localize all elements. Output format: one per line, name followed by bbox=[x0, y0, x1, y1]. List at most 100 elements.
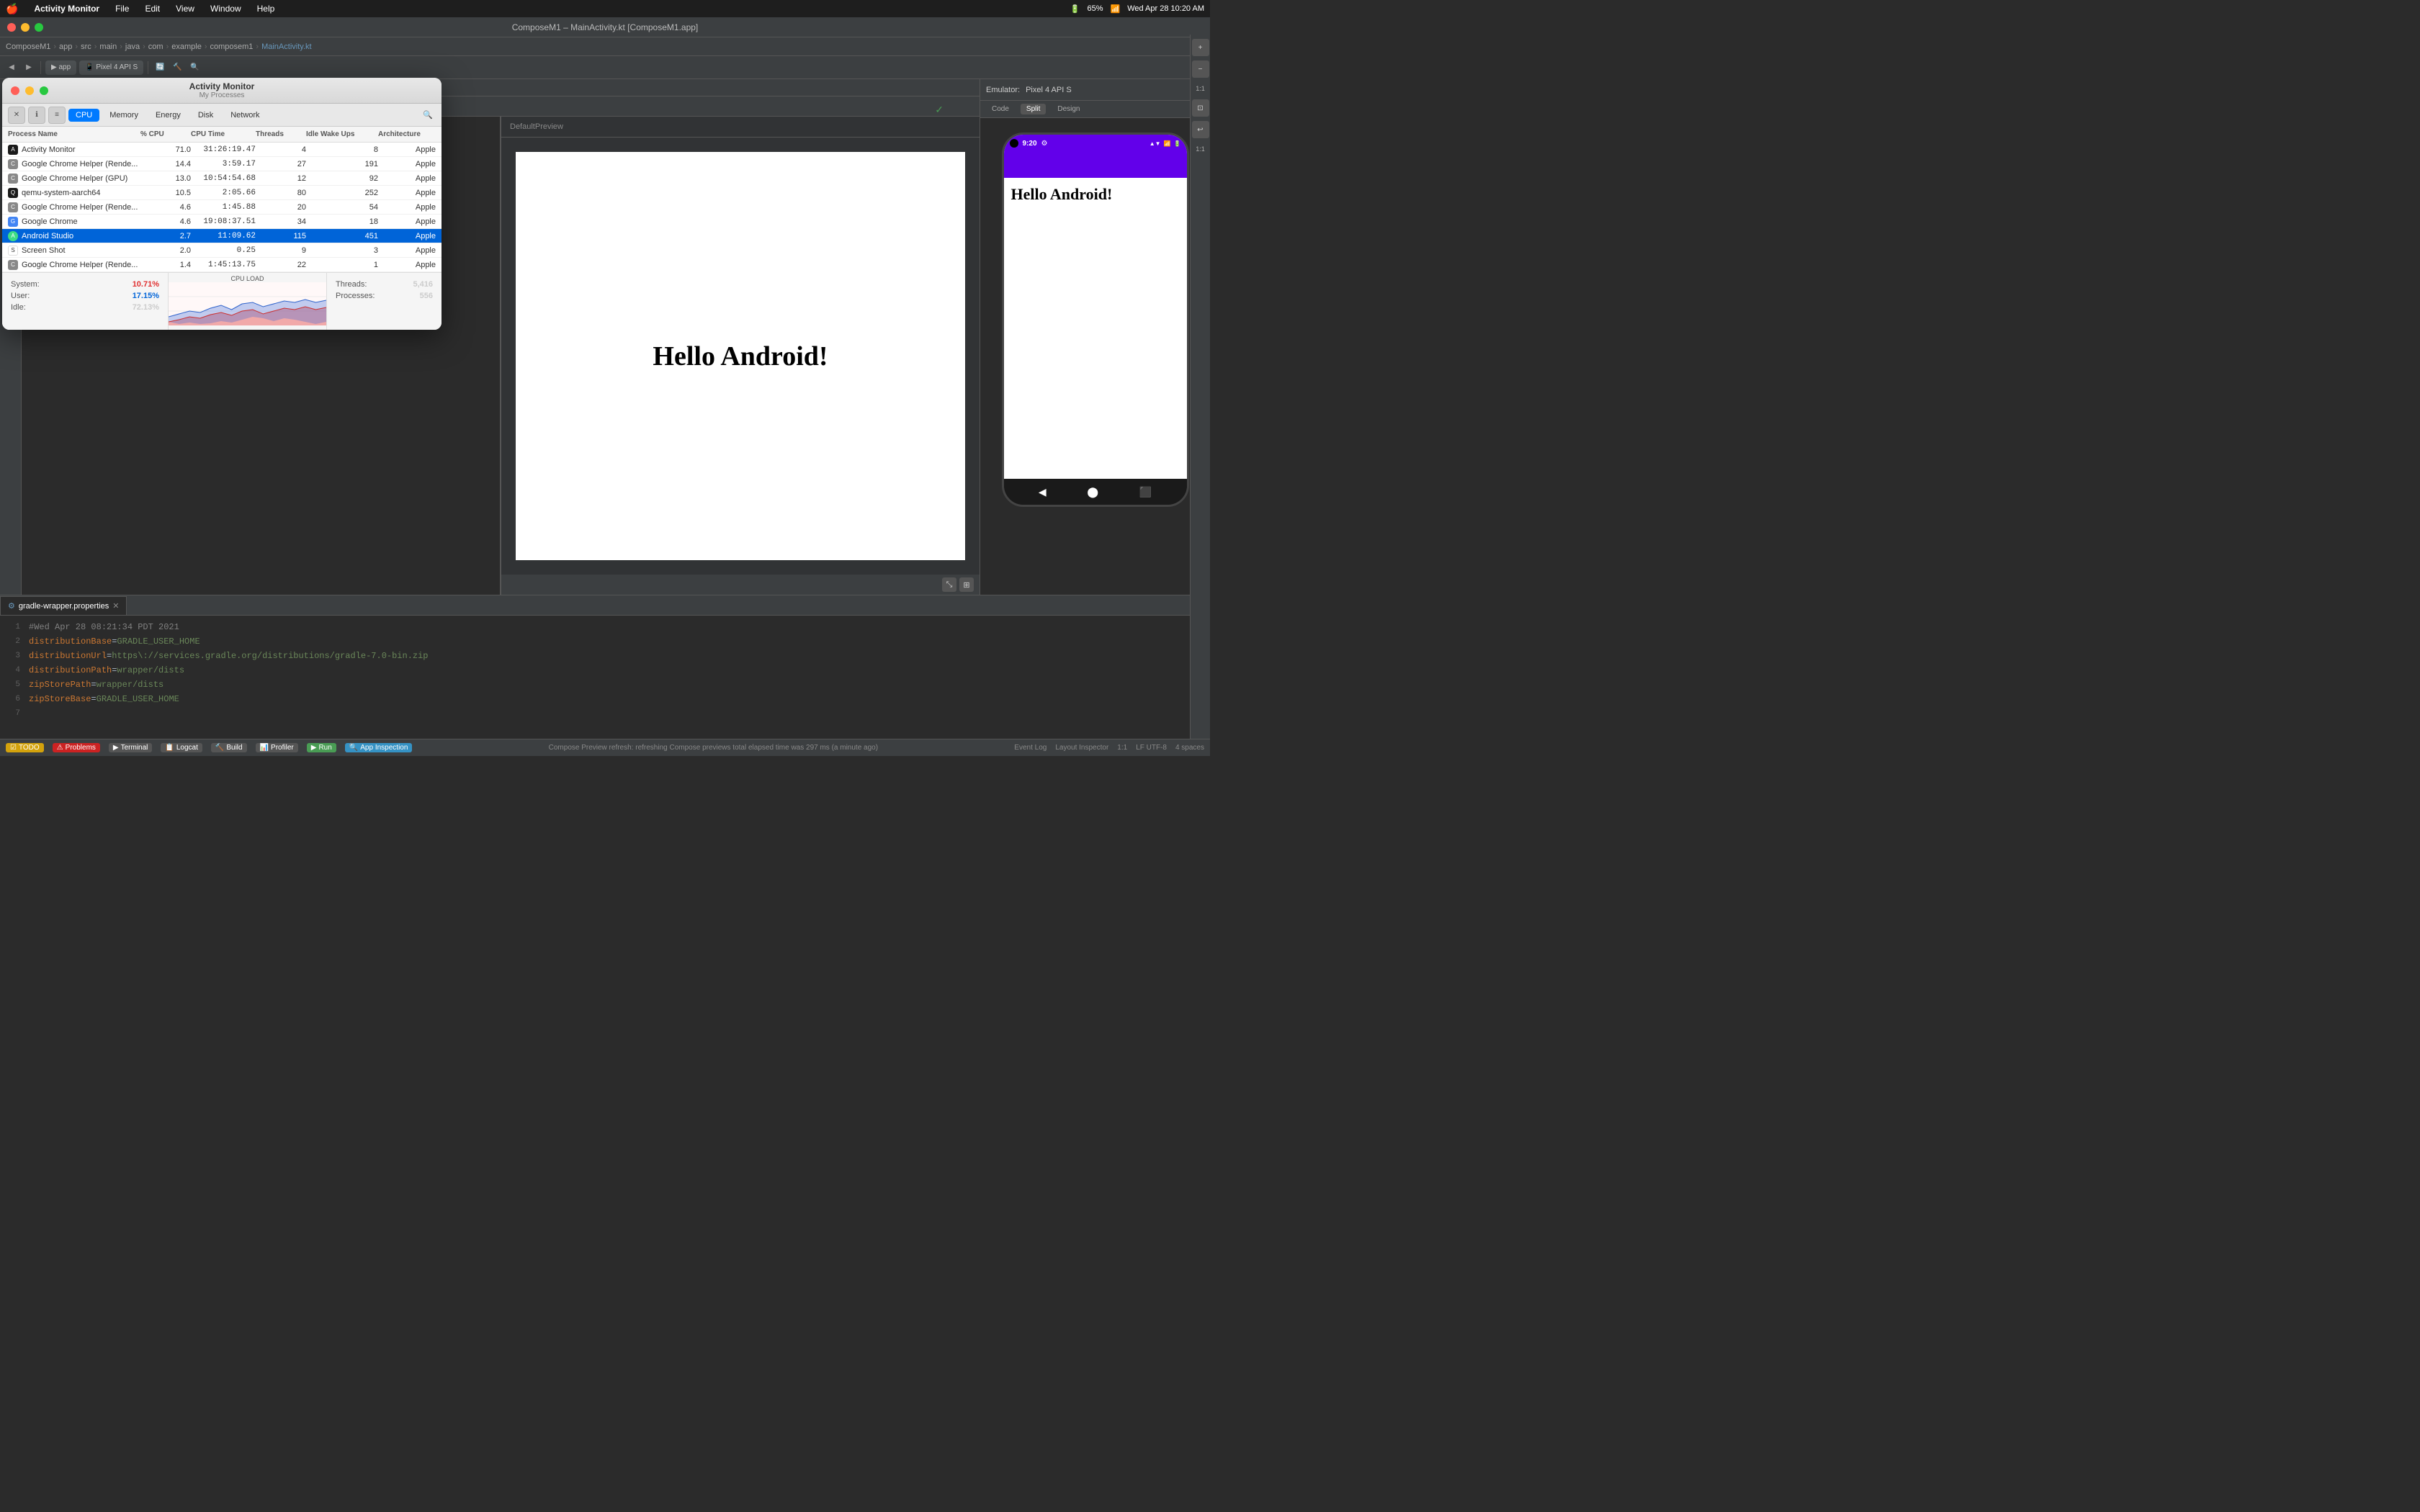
preview-hello-text: Hello Android! bbox=[653, 341, 828, 372]
proc-arch-6: Apple bbox=[378, 232, 436, 240]
am-stat-processes-label: Processes: bbox=[336, 290, 375, 302]
am-row-5[interactable]: GGoogle Chrome 4.6 19:08:37.51 34 18 App… bbox=[2, 215, 442, 229]
event-log-link[interactable]: Event Log bbox=[1014, 744, 1047, 752]
am-row-8[interactable]: CGoogle Chrome Helper (Rende... 1.4 1:45… bbox=[2, 258, 442, 272]
breadcrumb-example[interactable]: example bbox=[171, 42, 202, 51]
gradle-tab-close-icon[interactable]: ✕ bbox=[112, 601, 119, 611]
am-row-0[interactable]: AActivity Monitor 71.0 31:26:19.47 4 8 A… bbox=[2, 143, 442, 157]
am-tab-memory[interactable]: Memory bbox=[102, 109, 145, 122]
problems-icon: ⚠ bbox=[57, 744, 63, 752]
breadcrumb-main[interactable]: main bbox=[99, 42, 117, 51]
am-row-7[interactable]: SScreen Shot 2.0 0.25 9 3 Apple bbox=[2, 243, 442, 258]
menu-app-name[interactable]: Activity Monitor bbox=[31, 2, 102, 15]
emulator-split-tab[interactable]: Split bbox=[1021, 104, 1046, 114]
am-col-idle[interactable]: Idle Wake Ups bbox=[306, 130, 378, 138]
am-info-button[interactable]: ℹ bbox=[28, 107, 45, 124]
am-col-cpu[interactable]: % CPU bbox=[140, 130, 191, 138]
app-inspection-button[interactable]: 🔍 App Inspection bbox=[345, 743, 413, 752]
am-tab-cpu[interactable]: CPU bbox=[68, 109, 99, 122]
fit-screen-button[interactable]: ⊡ bbox=[1192, 99, 1209, 117]
emulator-panel: Emulator: Pixel 4 API S ⚙ Code Split Des… bbox=[980, 79, 1210, 595]
am-col-process-name[interactable]: Process Name bbox=[8, 130, 140, 138]
layout-inspector-link[interactable]: Layout Inspector bbox=[1055, 744, 1108, 752]
am-stats-bar: System: 10.71% User: 17.15% Idle: 72.13%… bbox=[2, 272, 442, 330]
am-col-arch[interactable]: Architecture bbox=[378, 130, 436, 138]
nav-back-icon[interactable]: ◀ bbox=[1039, 486, 1047, 498]
proc-cpu-7: 2.0 bbox=[140, 246, 191, 255]
am-tab-disk[interactable]: Disk bbox=[191, 109, 220, 122]
device-statusbar: 9:20 ⚙ ▲▼ 📶 🔋 bbox=[1004, 135, 1187, 152]
back-button[interactable]: ◀ bbox=[4, 60, 19, 75]
run-button[interactable]: ▶ app bbox=[45, 60, 76, 75]
am-row-1[interactable]: CGoogle Chrome Helper (Rende... 14.4 3:5… bbox=[2, 157, 442, 171]
am-row-6[interactable]: AAndroid Studio 2.7 11:09.62 115 451 App… bbox=[2, 229, 442, 243]
logcat-icon: 📋 bbox=[165, 744, 174, 752]
emulator-design-tab[interactable]: Design bbox=[1052, 104, 1085, 114]
preview-icon-btn-2[interactable]: ⊞ bbox=[959, 577, 974, 592]
preview-icon-btn-1[interactable]: ⤡ bbox=[942, 577, 956, 592]
proc-threads-1: 27 bbox=[256, 160, 306, 168]
window-minimize-button[interactable] bbox=[21, 23, 30, 32]
menu-window[interactable]: Window bbox=[207, 2, 244, 15]
am-minimize-button[interactable] bbox=[25, 86, 34, 95]
gradle-tab-bar: ⚙ gradle-wrapper.properties ✕ bbox=[0, 595, 1210, 616]
window-maximize-button[interactable] bbox=[35, 23, 43, 32]
am-close-button[interactable] bbox=[11, 86, 19, 95]
breadcrumb-com[interactable]: com bbox=[148, 42, 163, 51]
proc-arch-0: Apple bbox=[378, 145, 436, 154]
device-selector[interactable]: 📱 Pixel 4 API S bbox=[79, 60, 143, 75]
build-icon[interactable]: 🔨 bbox=[170, 60, 184, 75]
profiler-button[interactable]: 📊 Profiler bbox=[256, 743, 298, 752]
sync-icon[interactable]: 🔄 bbox=[153, 60, 167, 75]
emulator-right-controls: + − 1:1 ⊡ ↩ 1:1 bbox=[1190, 79, 1210, 595]
am-row-4[interactable]: CGoogle Chrome Helper (Rende... 4.6 1:45… bbox=[2, 200, 442, 215]
proc-icon-0: A bbox=[8, 145, 18, 155]
terminal-button[interactable]: ▶ Terminal bbox=[109, 743, 153, 752]
terminal-icon: ▶ bbox=[113, 744, 119, 752]
am-filter-button[interactable]: ≡ bbox=[48, 107, 66, 124]
am-close-proc-button[interactable]: ✕ bbox=[8, 107, 25, 124]
nav-recents-icon[interactable]: ⬛ bbox=[1139, 486, 1152, 498]
am-col-cputime[interactable]: CPU Time bbox=[191, 130, 256, 138]
proc-threads-7: 9 bbox=[256, 246, 306, 255]
rotate-button[interactable]: ↩ bbox=[1192, 121, 1209, 138]
breadcrumb-composem1-pkg[interactable]: composem1 bbox=[210, 42, 253, 51]
menu-edit[interactable]: Edit bbox=[142, 2, 163, 15]
am-col-threads[interactable]: Threads bbox=[256, 130, 306, 138]
device-screen: 9:20 ⚙ ▲▼ 📶 🔋 Hello Android! bbox=[1004, 135, 1187, 479]
am-tab-network[interactable]: Network bbox=[223, 109, 266, 122]
forward-button[interactable]: ▶ bbox=[22, 60, 36, 75]
todo-button[interactable]: ☑ TODO bbox=[6, 743, 44, 752]
gradle-tab[interactable]: ⚙ gradle-wrapper.properties ✕ bbox=[0, 596, 127, 615]
proc-cpu-1: 14.4 bbox=[140, 160, 191, 168]
breadcrumb-java[interactable]: java bbox=[125, 42, 140, 51]
breadcrumb-composem1[interactable]: ComposeM1 bbox=[6, 42, 50, 51]
emulator-code-tab[interactable]: Code bbox=[986, 104, 1015, 114]
gradle-line-2: 2 distributionBase=GRADLE_USER_HOME bbox=[0, 634, 1210, 649]
proc-cputime-7: 0.25 bbox=[191, 246, 256, 255]
run-status-button[interactable]: ▶ Run bbox=[307, 743, 336, 752]
menu-help[interactable]: Help bbox=[254, 2, 278, 15]
nav-home-icon[interactable]: ⬤ bbox=[1087, 486, 1098, 498]
menu-file[interactable]: File bbox=[112, 2, 132, 15]
bottom-code-area: ⚙ gradle-wrapper.properties ✕ 1 #Wed Apr… bbox=[0, 595, 1210, 739]
gradle-content[interactable]: 1 #Wed Apr 28 08:21:34 PDT 2021 2 distri… bbox=[0, 616, 1210, 739]
problems-button[interactable]: ⚠ Problems bbox=[53, 743, 100, 752]
logcat-button[interactable]: 📋 Logcat bbox=[161, 743, 202, 752]
am-maximize-button[interactable] bbox=[40, 86, 48, 95]
proc-cputime-5: 19:08:37.51 bbox=[191, 217, 256, 226]
am-row-3[interactable]: Qqemu-system-aarch64 10.5 2:05.66 80 252… bbox=[2, 186, 442, 200]
search-everywhere-icon[interactable]: 🔍 bbox=[187, 60, 202, 75]
proc-cputime-6: 11:09.62 bbox=[191, 232, 256, 240]
build-button[interactable]: 🔨 Build bbox=[211, 743, 247, 752]
proc-idle-7: 3 bbox=[306, 246, 378, 255]
am-tab-energy[interactable]: Energy bbox=[148, 109, 188, 122]
breadcrumb-app[interactable]: app bbox=[59, 42, 72, 51]
breadcrumb-src[interactable]: src bbox=[81, 42, 91, 51]
menu-view[interactable]: View bbox=[173, 2, 197, 15]
am-search-button[interactable]: 🔍 bbox=[420, 107, 436, 123]
breadcrumb-file[interactable]: MainActivity.kt bbox=[261, 42, 311, 51]
apple-logo-icon[interactable]: 🍎 bbox=[6, 3, 18, 15]
am-row-2[interactable]: CGoogle Chrome Helper (GPU) 13.0 10:54:5… bbox=[2, 171, 442, 186]
window-close-button[interactable] bbox=[7, 23, 16, 32]
